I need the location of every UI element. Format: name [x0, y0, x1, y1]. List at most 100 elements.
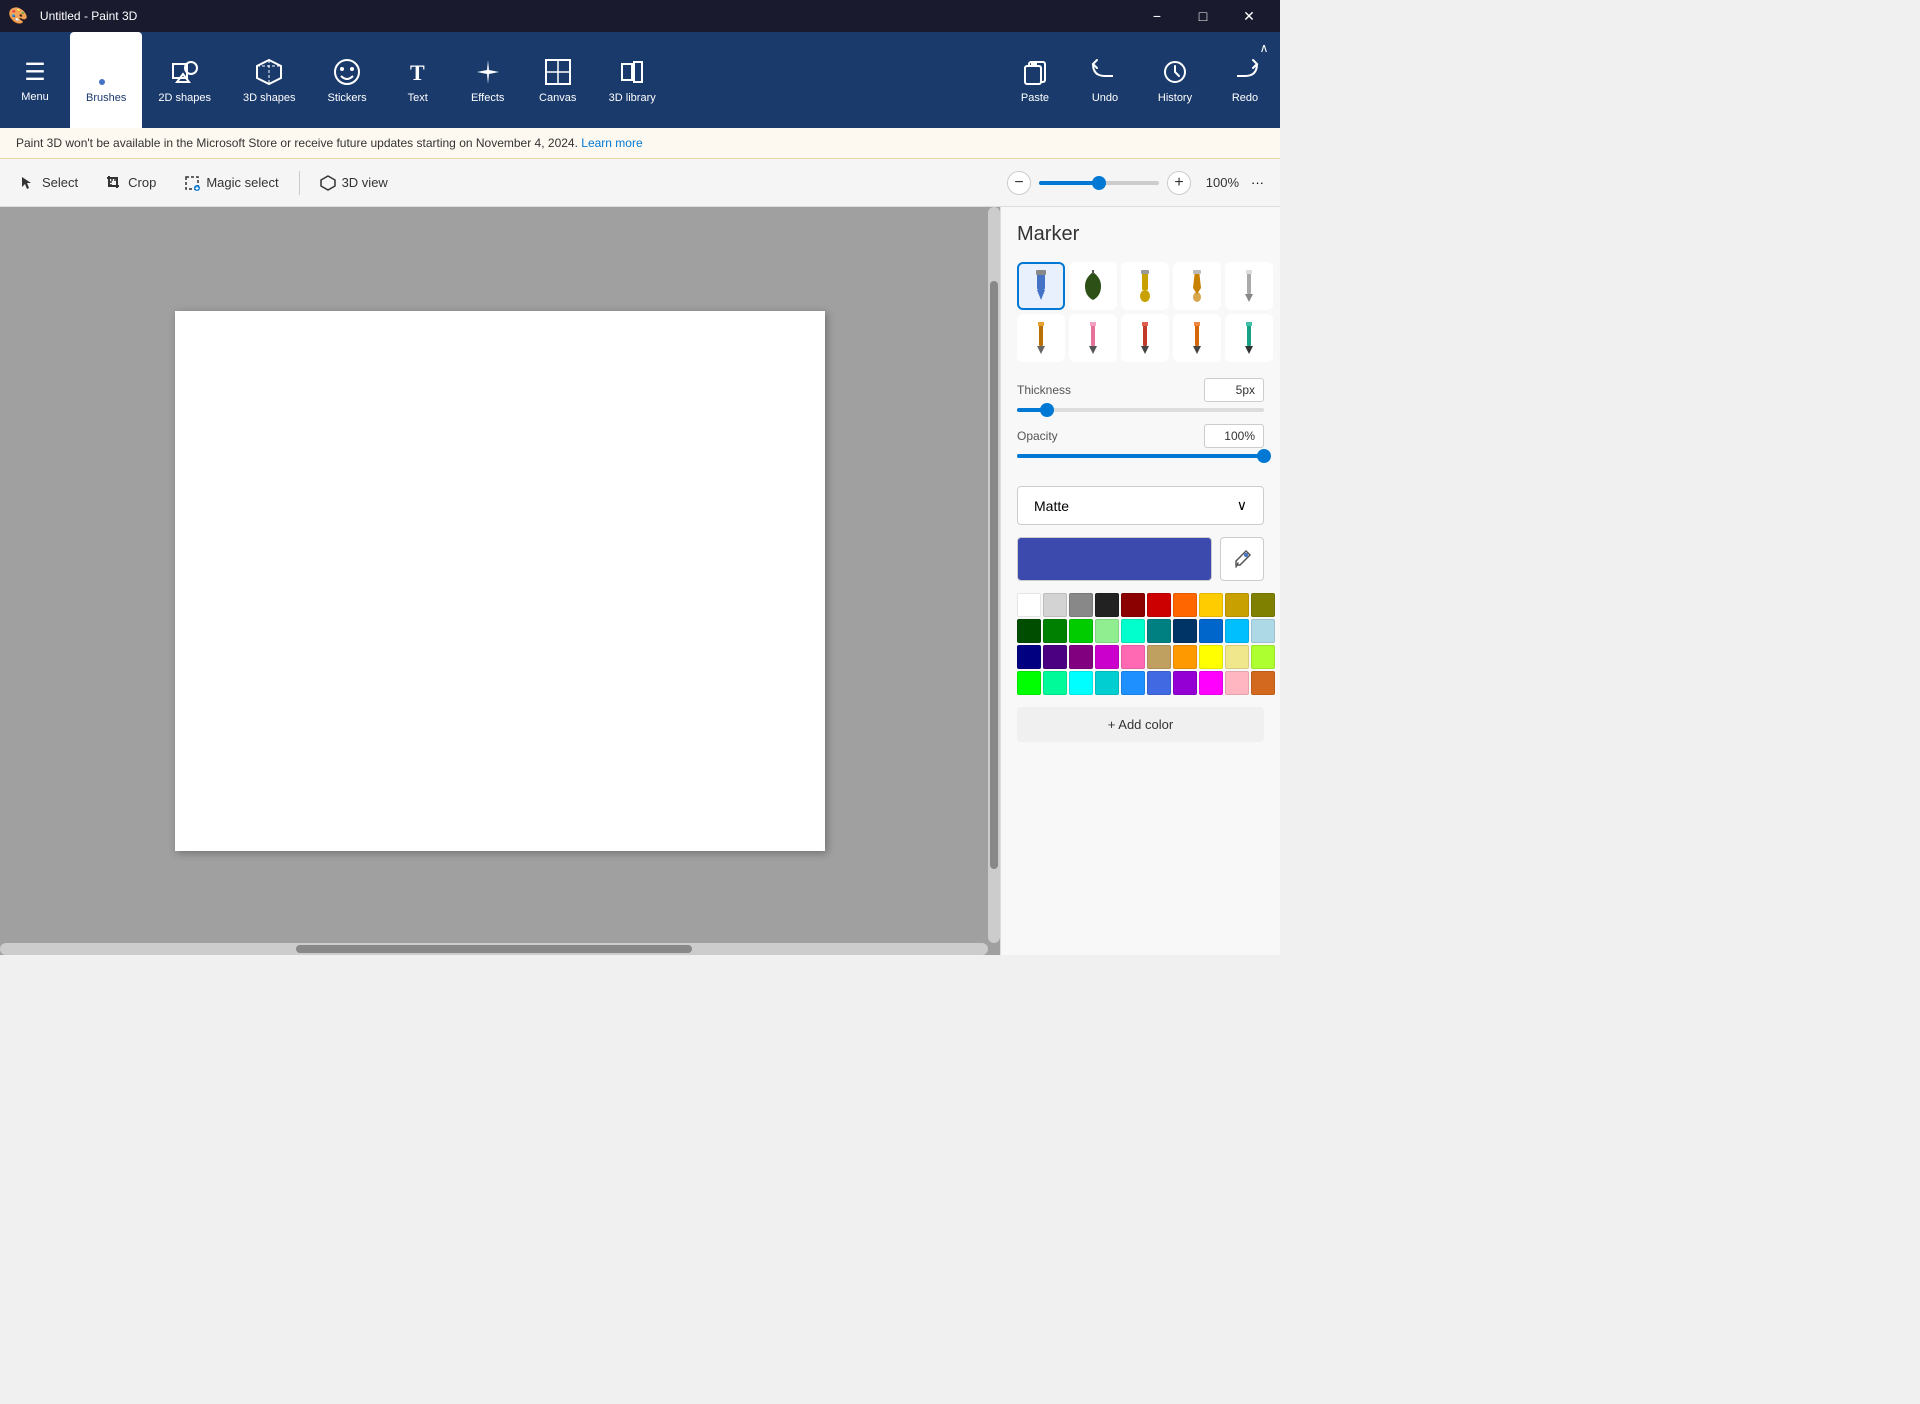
brush-pencil-orange[interactable] — [1173, 314, 1221, 362]
horizontal-scrollbar[interactable] — [0, 943, 988, 955]
color-cell-11[interactable] — [1043, 619, 1067, 643]
brush-pencil-teal[interactable] — [1225, 314, 1273, 362]
color-cell-32[interactable] — [1069, 671, 1093, 695]
color-cell-1[interactable] — [1043, 593, 1067, 617]
color-cell-7[interactable] — [1199, 593, 1223, 617]
brush-watercolor[interactable] — [1173, 262, 1221, 310]
color-cell-22[interactable] — [1069, 645, 1093, 669]
crop-tool[interactable]: Crop — [94, 171, 168, 195]
color-cell-14[interactable] — [1121, 619, 1145, 643]
opacity-value[interactable]: 100% — [1204, 424, 1264, 448]
color-cell-9[interactable] — [1251, 593, 1275, 617]
color-cell-4[interactable] — [1121, 593, 1145, 617]
ribbon-undo[interactable]: Undo — [1070, 32, 1140, 128]
ribbon-effects[interactable]: Effects — [453, 32, 523, 128]
zoom-out-button[interactable]: − — [1007, 171, 1031, 195]
svg-text:T: T — [410, 60, 425, 85]
toolbar-separator-1 — [299, 171, 300, 195]
brush-pencil-red[interactable] — [1121, 314, 1169, 362]
color-cell-33[interactable] — [1095, 671, 1119, 695]
maximize-button[interactable]: □ — [1180, 0, 1226, 32]
color-cell-16[interactable] — [1173, 619, 1197, 643]
color-cell-25[interactable] — [1147, 645, 1171, 669]
ribbon-brushes[interactable]: Brushes — [70, 32, 142, 128]
color-cell-12[interactable] — [1069, 619, 1093, 643]
color-cell-19[interactable] — [1251, 619, 1275, 643]
brush-oil[interactable] — [1121, 262, 1169, 310]
zoom-slider[interactable] — [1039, 181, 1159, 185]
color-cell-24[interactable] — [1121, 645, 1145, 669]
color-cell-13[interactable] — [1095, 619, 1119, 643]
thickness-value[interactable]: 5px — [1204, 378, 1264, 402]
current-color-swatch[interactable] — [1017, 537, 1212, 581]
opacity-slider[interactable] — [1017, 454, 1264, 458]
ribbon-3dlibrary[interactable]: 3D library — [593, 32, 672, 128]
3dview-tool[interactable]: 3D view — [308, 171, 400, 195]
color-cell-39[interactable] — [1251, 671, 1275, 695]
horizontal-scrollbar-thumb[interactable] — [296, 945, 691, 953]
color-cell-34[interactable] — [1121, 671, 1145, 695]
color-cell-20[interactable] — [1017, 645, 1041, 669]
brush-marker[interactable] — [1017, 262, 1065, 310]
minimize-button[interactable]: − — [1134, 0, 1180, 32]
brush-pencil-gray[interactable] — [1225, 262, 1273, 310]
eyedropper-button[interactable] — [1220, 537, 1264, 581]
color-cell-30[interactable] — [1017, 671, 1041, 695]
ribbon-3dshapes[interactable]: 3D shapes — [227, 32, 312, 128]
ribbon-2dshapes-label: 2D shapes — [158, 92, 211, 104]
opacity-slider-thumb[interactable] — [1257, 449, 1271, 463]
ribbon-canvas[interactable]: Canvas — [523, 32, 593, 128]
zoom-in-button[interactable]: + — [1167, 171, 1191, 195]
ribbon-history[interactable]: History — [1140, 32, 1210, 128]
color-cell-0[interactable] — [1017, 593, 1041, 617]
brush-calligraphy[interactable] — [1069, 262, 1117, 310]
ribbon-text[interactable]: T Text — [383, 32, 453, 128]
color-cell-8[interactable] — [1225, 593, 1249, 617]
brush-pencil-red-icon — [1127, 320, 1163, 356]
color-cell-35[interactable] — [1147, 671, 1171, 695]
color-cell-28[interactable] — [1225, 645, 1249, 669]
color-cell-17[interactable] — [1199, 619, 1223, 643]
toolbar-more-button[interactable]: ··· — [1243, 171, 1272, 194]
ribbon-paste[interactable]: Paste — [1000, 32, 1070, 128]
magic-select-tool[interactable]: ✦ Magic select — [172, 171, 290, 195]
vertical-scrollbar[interactable] — [988, 207, 1000, 943]
color-cell-29[interactable] — [1251, 645, 1275, 669]
zoom-slider-thumb[interactable] — [1092, 176, 1106, 190]
color-cell-3[interactable] — [1095, 593, 1119, 617]
brush-pencil-icon — [1023, 320, 1059, 356]
thickness-slider[interactable] — [1017, 408, 1264, 412]
ribbon-2dshapes[interactable]: 2D shapes — [142, 32, 227, 128]
menu-icon: ☰ — [24, 58, 46, 87]
learn-more-link[interactable]: Learn more — [581, 136, 642, 150]
color-cell-26[interactable] — [1173, 645, 1197, 669]
thickness-slider-thumb[interactable] — [1040, 403, 1054, 417]
brush-pencil-pink[interactable] — [1069, 314, 1117, 362]
brush-pencil[interactable] — [1017, 314, 1065, 362]
color-cell-18[interactable] — [1225, 619, 1249, 643]
color-cell-37[interactable] — [1199, 671, 1223, 695]
color-cell-2[interactable] — [1069, 593, 1093, 617]
ribbon-collapse-button[interactable]: ∧ — [1248, 32, 1280, 64]
ribbon-menu[interactable]: ☰ Menu — [0, 32, 70, 128]
color-cell-23[interactable] — [1095, 645, 1119, 669]
drawing-canvas[interactable] — [175, 311, 825, 851]
color-cell-15[interactable] — [1147, 619, 1171, 643]
color-cell-6[interactable] — [1173, 593, 1197, 617]
color-cell-27[interactable] — [1199, 645, 1223, 669]
close-button[interactable]: ✕ — [1226, 0, 1272, 32]
color-cell-21[interactable] — [1043, 645, 1067, 669]
add-color-button[interactable]: + Add color — [1017, 707, 1264, 742]
color-cell-38[interactable] — [1225, 671, 1249, 695]
color-cell-10[interactable] — [1017, 619, 1041, 643]
color-cell-31[interactable] — [1043, 671, 1067, 695]
3dview-icon — [320, 175, 336, 191]
ribbon-stickers[interactable]: Stickers — [312, 32, 383, 128]
select-tool[interactable]: Select — [8, 171, 90, 195]
panel-title: Marker — [1017, 223, 1264, 246]
canvas-area[interactable] — [0, 207, 1000, 955]
color-cell-5[interactable] — [1147, 593, 1171, 617]
matte-dropdown[interactable]: Matte ∨ — [1017, 486, 1264, 525]
vertical-scrollbar-thumb[interactable] — [990, 281, 998, 870]
color-cell-36[interactable] — [1173, 671, 1197, 695]
